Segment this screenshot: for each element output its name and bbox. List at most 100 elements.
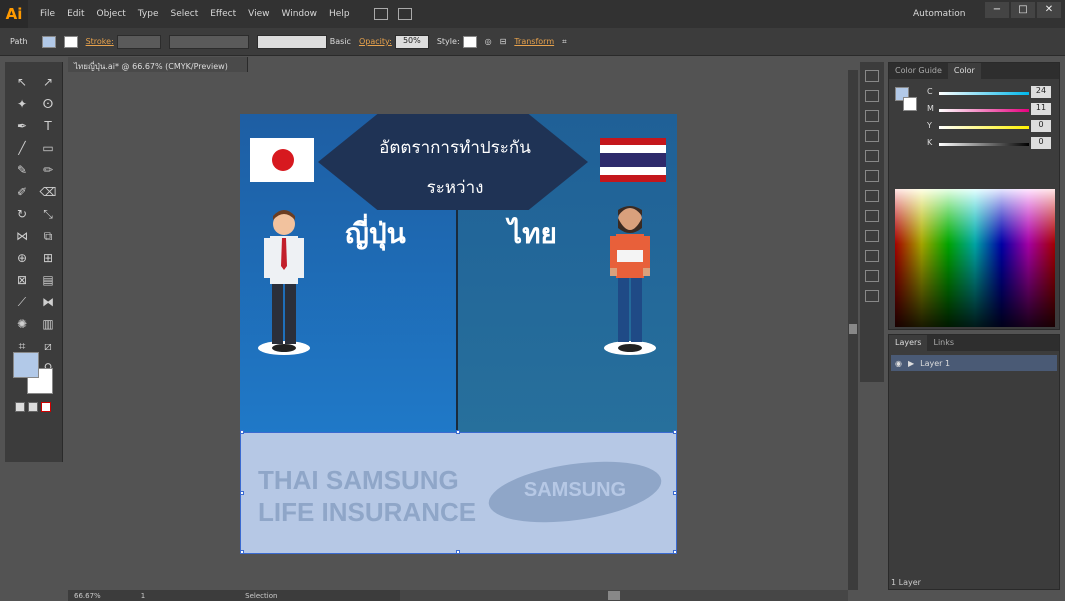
- magenta-slider[interactable]: M 11: [889, 103, 1061, 117]
- opacity-control[interactable]: Opacity: 50%: [359, 34, 429, 49]
- stroke-swatch[interactable]: [63, 35, 78, 48]
- symbols-panel-icon[interactable]: [865, 130, 879, 142]
- fill-stroke-widget[interactable]: [13, 352, 57, 396]
- magenta-value[interactable]: 11: [1031, 103, 1051, 115]
- blend-tool-icon[interactable]: ⧓: [39, 294, 57, 310]
- play-action-icon[interactable]: [865, 290, 879, 302]
- layer-row[interactable]: ◉ ▶ Layer 1: [891, 355, 1057, 371]
- gradient-tool-icon[interactable]: ▤: [39, 272, 57, 288]
- brush-control[interactable]: Basic: [256, 34, 351, 49]
- artboard[interactable]: อัตตราการทำประกัน ระหว่าง ญี่ปุ่น ไทย TH…: [240, 114, 677, 554]
- brushes-panel-icon[interactable]: [865, 110, 879, 122]
- selection-handle[interactable]: [456, 550, 460, 554]
- stroke-label[interactable]: Stroke:: [86, 37, 114, 46]
- eyedropper-icon[interactable]: ⟋: [13, 294, 31, 310]
- swatches-panel-icon[interactable]: [865, 90, 879, 102]
- stroke-panel-icon[interactable]: [865, 150, 879, 162]
- pencil-icon[interactable]: ✏: [39, 162, 57, 178]
- menu-object[interactable]: Object: [91, 9, 132, 19]
- paintbrush-icon[interactable]: ✎: [13, 162, 31, 178]
- isolate-icon[interactable]: ⌗: [562, 37, 567, 47]
- lasso-icon[interactable]: ⵙ: [39, 96, 57, 112]
- fill-swatch[interactable]: [41, 35, 56, 48]
- brush-field[interactable]: [256, 34, 327, 49]
- tab-color[interactable]: Color: [947, 63, 981, 79]
- selection-handle[interactable]: [240, 550, 244, 554]
- menu-effect[interactable]: Effect: [204, 9, 242, 19]
- expand-arrow-icon[interactable]: ▶: [908, 359, 914, 368]
- opacity-field[interactable]: 50%: [394, 34, 429, 49]
- document-tab[interactable]: ไทยญี่ปุ่น.ai* @ 66.67% (CMYK/Preview): [68, 57, 248, 72]
- style-control[interactable]: Style:: [437, 35, 477, 48]
- align-icon[interactable]: ⊟: [500, 37, 507, 46]
- horizontal-scrollbar[interactable]: [400, 590, 848, 601]
- selection-handle[interactable]: [240, 430, 244, 434]
- vertical-scrollbar[interactable]: [848, 70, 858, 590]
- black-slider[interactable]: K0: [889, 137, 1061, 151]
- layers-panel-icon[interactable]: [865, 250, 879, 262]
- menu-help[interactable]: Help: [323, 9, 356, 19]
- fill-box[interactable]: [13, 352, 39, 378]
- status-text[interactable]: Selection: [245, 592, 277, 600]
- black-value[interactable]: 0: [1031, 137, 1051, 149]
- links-panel-icon[interactable]: [865, 270, 879, 282]
- yellow-value[interactable]: 0: [1031, 120, 1051, 132]
- cyan-slider[interactable]: C 24: [889, 86, 1061, 100]
- transform-control[interactable]: Transform: [514, 37, 554, 46]
- shape-builder-icon[interactable]: ⊕: [13, 250, 31, 266]
- rotate-icon[interactable]: ↻: [13, 206, 31, 222]
- eraser-icon[interactable]: ⌫: [39, 184, 57, 200]
- color-spectrum[interactable]: [895, 189, 1055, 327]
- stroke-weight[interactable]: Stroke:: [86, 34, 161, 49]
- pen-tool-icon[interactable]: ✒: [13, 118, 31, 134]
- menu-window[interactable]: Window: [276, 9, 324, 19]
- perspective-grid-icon[interactable]: ⊞: [39, 250, 57, 266]
- visibility-eye-icon[interactable]: ◉: [895, 359, 902, 368]
- close-button[interactable]: ✕: [1037, 2, 1061, 18]
- free-transform-icon[interactable]: ⧉: [39, 228, 57, 244]
- selection-handle[interactable]: [673, 550, 677, 554]
- transform-label[interactable]: Transform: [514, 37, 554, 46]
- artboard-number[interactable]: 1: [141, 592, 145, 600]
- menu-file[interactable]: File: [34, 9, 61, 19]
- none-mode-icon[interactable]: [41, 402, 51, 412]
- opacity-label[interactable]: Opacity:: [359, 37, 392, 46]
- selection-handle[interactable]: [456, 430, 460, 434]
- gradient-panel-icon[interactable]: [865, 170, 879, 182]
- gradient-mode-icon[interactable]: [28, 402, 38, 412]
- color-panel-icon[interactable]: [865, 70, 879, 82]
- variable-width[interactable]: [168, 34, 249, 49]
- stroke-weight-field[interactable]: [116, 34, 161, 49]
- recolor-icon[interactable]: ◎: [485, 37, 492, 46]
- menu-view[interactable]: View: [242, 9, 275, 19]
- cyan-value[interactable]: 24: [1031, 86, 1051, 98]
- symbol-sprayer-icon[interactable]: ✺: [13, 316, 31, 332]
- selection-handle[interactable]: [673, 491, 677, 495]
- maximize-button[interactable]: □: [1011, 2, 1035, 18]
- direct-selection-tool-icon[interactable]: ↗: [39, 74, 57, 90]
- transparency-panel-icon[interactable]: [865, 190, 879, 202]
- tab-layers[interactable]: Layers: [889, 335, 928, 351]
- magic-wand-icon[interactable]: ✦: [13, 96, 31, 112]
- variable-width-field[interactable]: [168, 34, 249, 49]
- workspace-switcher[interactable]: Automation: [913, 9, 965, 19]
- menu-type[interactable]: Type: [132, 9, 165, 19]
- width-tool-icon[interactable]: ⋈: [13, 228, 31, 244]
- menu-select[interactable]: Select: [164, 9, 204, 19]
- tab-color-guide[interactable]: Color Guide: [889, 63, 948, 79]
- minimize-button[interactable]: −: [985, 2, 1009, 18]
- layer-name[interactable]: Layer 1: [920, 359, 950, 368]
- fill-control[interactable]: [41, 35, 56, 48]
- blob-brush-icon[interactable]: ✐: [13, 184, 31, 200]
- mesh-tool-icon[interactable]: ⊠: [13, 272, 31, 288]
- selection-tool-icon[interactable]: ↖: [13, 74, 31, 90]
- color-mode-icon[interactable]: [15, 402, 25, 412]
- menu-edit[interactable]: Edit: [61, 9, 90, 19]
- tab-links[interactable]: Links: [927, 335, 960, 351]
- stroke-control[interactable]: [63, 35, 78, 48]
- selection-handle[interactable]: [240, 491, 244, 495]
- type-tool-icon[interactable]: T: [39, 118, 57, 134]
- rectangle-tool-icon[interactable]: ▭: [39, 140, 57, 156]
- yellow-slider[interactable]: Y0: [889, 120, 1061, 134]
- bridge-icon[interactable]: [373, 8, 388, 20]
